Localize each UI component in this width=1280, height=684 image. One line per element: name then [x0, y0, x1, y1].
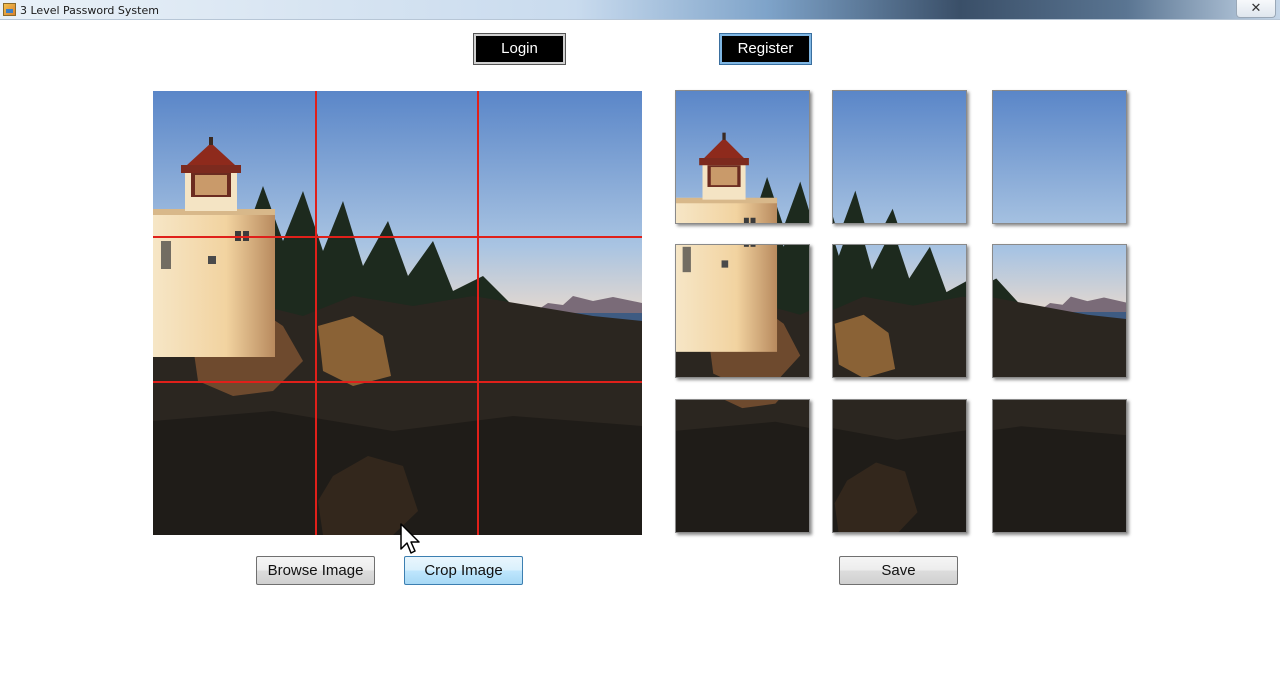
left-margin	[0, 20, 130, 684]
tile-grid-edge	[993, 377, 1127, 378]
grid-line-horizontal	[153, 381, 642, 383]
lighthouse-photo	[153, 91, 642, 535]
save-button[interactable]: Save	[839, 556, 958, 585]
login-button[interactable]: Login	[473, 33, 566, 65]
grid-line-horizontal	[153, 236, 642, 238]
tile-image	[833, 245, 967, 378]
browse-image-button[interactable]: Browse Image	[256, 556, 375, 585]
tile-8[interactable]	[832, 399, 967, 533]
close-button[interactable]: ✕	[1236, 0, 1276, 18]
app-icon	[3, 3, 16, 16]
tile-7[interactable]	[675, 399, 810, 533]
tile-2[interactable]	[832, 90, 967, 224]
tile-6[interactable]	[992, 244, 1127, 378]
tile-grid-edge	[833, 377, 967, 378]
tile-image	[676, 245, 810, 378]
tile-image	[993, 245, 1127, 378]
source-image[interactable]	[153, 91, 642, 535]
tile-image	[676, 400, 809, 532]
grid-line-vertical	[315, 91, 317, 535]
grid-line-vertical	[477, 91, 479, 535]
tile-3[interactable]	[992, 90, 1127, 224]
title-bar: 3 Level Password System ✕	[0, 0, 1280, 20]
crop-image-button[interactable]: Crop Image	[404, 556, 523, 585]
tile-5[interactable]	[832, 244, 967, 378]
right-margin	[1150, 20, 1280, 684]
tile-image	[833, 91, 966, 223]
tile-4[interactable]	[675, 244, 810, 378]
mouse-cursor-icon	[400, 523, 420, 554]
tile-image	[993, 91, 1126, 223]
tile-image	[833, 400, 966, 532]
tile-image	[676, 91, 809, 223]
register-button[interactable]: Register	[719, 33, 812, 65]
tile-1[interactable]	[675, 90, 810, 224]
tile-grid-edge	[676, 377, 810, 378]
window-title: 3 Level Password System	[20, 4, 159, 17]
tile-9[interactable]	[992, 399, 1127, 533]
tile-image	[993, 400, 1126, 532]
